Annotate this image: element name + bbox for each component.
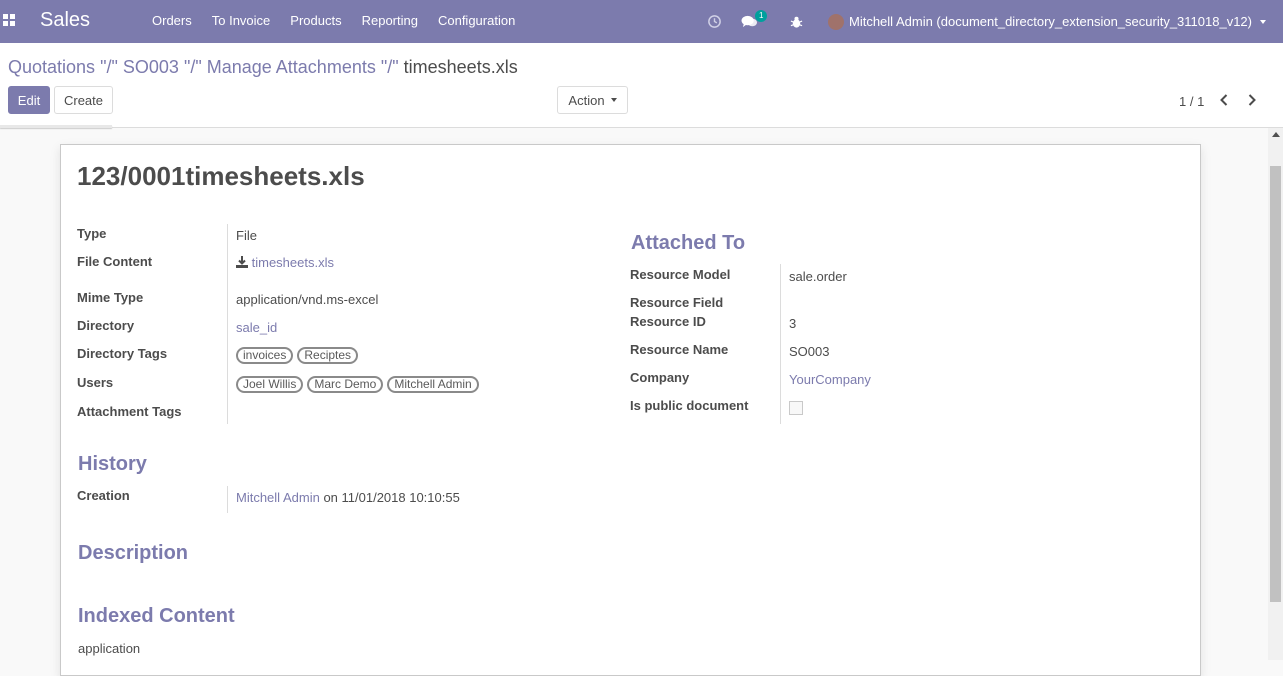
menu-reporting[interactable]: Reporting [352, 0, 428, 43]
attachment-tags-label: Attachment Tags [77, 404, 182, 419]
type-value: File [236, 228, 257, 243]
menu-to-invoice[interactable]: To Invoice [202, 0, 281, 43]
breadcrumb-separator: "/" [380, 57, 399, 77]
breadcrumb-separator: "/" [100, 57, 118, 77]
action-label: Action [568, 92, 605, 108]
user-label: Mitchell Admin (document_directory_exten… [849, 14, 1252, 29]
clock-icon [708, 15, 721, 28]
create-button[interactable]: Create [54, 86, 113, 114]
chevron-right-icon[interactable] [1244, 92, 1260, 108]
debug-button[interactable] [790, 0, 803, 43]
directory-tags: invoices Reciptes [236, 347, 362, 364]
breadcrumb-so003[interactable]: SO003 [123, 57, 179, 77]
scrollbar[interactable] [1268, 128, 1283, 660]
app-name[interactable]: Sales [40, 9, 90, 32]
creation-date: on 11/01/2018 10:10:55 [323, 490, 460, 505]
users-tags: Joel Willis Marc Demo Mitchell Admin [236, 376, 483, 393]
breadcrumb-current: timesheets.xls [403, 57, 518, 77]
edit-button[interactable]: Edit [8, 86, 50, 114]
file-content-value[interactable]: timesheets.xls [252, 255, 334, 270]
main-menu: Orders To Invoice Products Reporting Con… [142, 0, 525, 43]
caret-down-icon [610, 98, 617, 102]
type-label: Type [77, 226, 107, 241]
creation-value: Mitchell Admin on 11/01/2018 10:10:55 [236, 490, 460, 505]
users-label: Users [77, 375, 114, 390]
messages-button[interactable]: 1 [741, 0, 771, 43]
field-divider [780, 264, 781, 424]
resource-field-label: Resource Field [630, 295, 724, 310]
field-divider [227, 224, 228, 424]
menu-products[interactable]: Products [280, 0, 351, 43]
apps-icon[interactable] [3, 14, 15, 26]
scroll-up-icon[interactable] [1272, 132, 1280, 137]
tag-invoices[interactable]: invoices [236, 347, 294, 364]
download-icon [236, 256, 248, 268]
company-label: Company [630, 370, 690, 385]
is-public-label: Is public document [630, 398, 749, 413]
resource-id-value: 3 [789, 316, 797, 331]
menu-orders[interactable]: Orders [142, 0, 202, 43]
form-sheet: 123/0001timesheets.xls Type File File Co… [60, 144, 1201, 676]
breadcrumb-separator: "/" [183, 57, 202, 77]
bug-icon [790, 16, 803, 28]
user-tag-marc-demo[interactable]: Marc Demo [307, 376, 384, 393]
resource-id-label: Resource ID [630, 314, 706, 329]
file-content-label: File Content [77, 254, 153, 269]
directory-label: Directory [77, 318, 135, 333]
creation-label: Creation [77, 488, 130, 503]
directory-tags-label: Directory Tags [77, 346, 168, 361]
mime-type-value: application/vnd.ms-excel [236, 292, 379, 307]
messages-badge: 1 [755, 10, 768, 22]
breadcrumb: Quotations "/" SO003 "/" Manage Attachme… [8, 57, 518, 78]
company-value[interactable]: YourCompany [789, 372, 871, 387]
indexed-content-heading: Indexed Content [78, 605, 235, 627]
creation-user-link[interactable]: Mitchell Admin [236, 490, 320, 505]
control-panel: Quotations "/" SO003 "/" Manage Attachme… [0, 43, 1283, 128]
user-tag-joel-willis[interactable]: Joel Willis [236, 376, 304, 393]
resource-model-value: sale.order [789, 269, 847, 284]
pager-value[interactable]: 1 / 1 [1179, 94, 1204, 109]
tab-indicator [0, 125, 112, 128]
history-heading: History [78, 453, 147, 475]
action-dropdown[interactable]: Action [557, 86, 628, 114]
chevron-left-icon[interactable] [1216, 92, 1232, 108]
breadcrumb-manage-attachments[interactable]: Manage Attachments [207, 57, 376, 77]
mime-type-label: Mime Type [77, 290, 144, 305]
attached-to-heading: Attached To [631, 232, 746, 254]
field-divider [227, 486, 228, 513]
user-menu[interactable]: Mitchell Admin (document_directory_exten… [828, 0, 1266, 43]
menu-configuration[interactable]: Configuration [428, 0, 525, 43]
avatar [828, 13, 844, 30]
record-title: 123/0001timesheets.xls [77, 161, 365, 191]
caret-icon [1259, 19, 1266, 24]
user-tag-mitchell-admin[interactable]: Mitchell Admin [387, 376, 479, 393]
resource-name-label: Resource Name [630, 342, 729, 357]
resource-name-value: SO003 [789, 344, 830, 359]
scroll-thumb[interactable] [1270, 166, 1281, 602]
indexed-content-value: application [78, 641, 141, 656]
top-navbar: Sales Orders To Invoice Products Reporti… [0, 0, 1283, 43]
tag-reciptes[interactable]: Reciptes [297, 347, 359, 364]
file-download-link[interactable]: timesheets.xls [236, 255, 334, 270]
activity-button[interactable] [707, 0, 722, 43]
resource-model-label: Resource Model [630, 267, 731, 282]
directory-value[interactable]: sale_id [236, 320, 277, 335]
breadcrumb-quotations[interactable]: Quotations [8, 57, 95, 77]
is-public-checkbox[interactable] [789, 401, 803, 415]
description-heading: Description [78, 542, 189, 564]
